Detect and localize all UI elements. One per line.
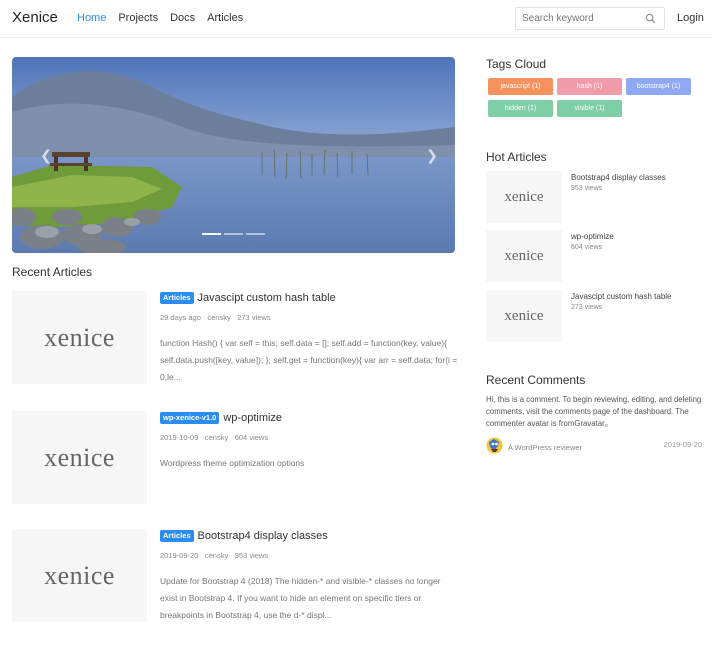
- tags-cloud: javascript (1) hash (1) bootstrap4 (1) h…: [488, 78, 698, 117]
- hot-article-item: xenice Bootstrap4 display classes 953 vi…: [486, 171, 706, 223]
- site-brand[interactable]: Xenice: [12, 9, 58, 26]
- avatar[interactable]: [486, 437, 503, 454]
- carousel-prev-icon[interactable]: ❮: [38, 145, 54, 165]
- search-input[interactable]: [516, 8, 636, 29]
- hot-article-views: 953 views: [571, 185, 603, 192]
- carousel-indicator-2[interactable]: [224, 233, 243, 235]
- recent-articles-heading: Recent Articles: [12, 265, 93, 279]
- hot-article-thumbnail[interactable]: xenice: [486, 290, 562, 342]
- article-views: 273 views: [237, 313, 271, 322]
- hot-article-title[interactable]: wp-optimize: [571, 232, 614, 241]
- site-header: Xenice Home Projects Docs Articles Login: [0, 0, 712, 38]
- carousel-indicators: [202, 233, 265, 235]
- comment-meta: A WordPress reviewer 2019-09-20: [486, 437, 702, 457]
- article-meta: 29 days ago · censky · 273 views: [160, 313, 271, 322]
- article-excerpt: Update for Bootstrap 4 (2018) The hidden…: [160, 576, 441, 620]
- carousel-next-icon[interactable]: ❯: [424, 145, 440, 165]
- article-author[interactable]: censky: [205, 551, 228, 560]
- category-badge[interactable]: Articles: [160, 530, 194, 542]
- nav-docs[interactable]: Docs: [170, 12, 195, 24]
- hot-article-thumbnail[interactable]: xenice: [486, 171, 562, 223]
- tag-javascript[interactable]: javascript (1): [488, 78, 553, 95]
- commenter-name[interactable]: A WordPress reviewer: [508, 443, 582, 452]
- login-link[interactable]: Login: [677, 12, 704, 24]
- hot-article-views: 273 views: [571, 304, 603, 311]
- search-icon[interactable]: [645, 13, 656, 24]
- article-title[interactable]: Bootstrap4 display classes: [198, 529, 328, 543]
- hot-article-item: xenice Javascipt custom hash table 273 v…: [486, 290, 706, 342]
- hot-article-title[interactable]: Javascipt custom hash table: [571, 292, 672, 301]
- hot-articles-heading: Hot Articles: [486, 150, 547, 164]
- nav-home[interactable]: Home: [77, 12, 106, 24]
- search-box: [515, 7, 665, 30]
- hot-article-item: xenice wp-optimize 604 views: [486, 230, 706, 282]
- article-meta: 2019-10-09 · censky · 604 views: [160, 433, 269, 442]
- article-views: 604 views: [234, 433, 269, 442]
- article-author[interactable]: censky: [207, 313, 230, 322]
- hero-lake-image: [12, 57, 455, 253]
- article-title[interactable]: wp-optimize: [223, 411, 282, 425]
- nav-articles[interactable]: Articles: [207, 12, 243, 24]
- article-thumbnail[interactable]: xenice: [12, 411, 147, 504]
- category-badge[interactable]: Articles: [160, 292, 194, 304]
- category-badge[interactable]: wp-xenice-v1.0: [160, 412, 220, 424]
- tag-hash[interactable]: hash (1): [557, 78, 622, 95]
- article-thumbnail[interactable]: xenice: [12, 291, 147, 384]
- article-date: 29 days ago: [160, 313, 201, 322]
- hot-article-views: 604 views: [571, 244, 603, 251]
- nav-projects[interactable]: Projects: [118, 12, 158, 24]
- tags-cloud-heading: Tags Cloud: [486, 57, 547, 71]
- tag-visible[interactable]: visible (1): [557, 100, 622, 117]
- hot-article-thumbnail[interactable]: xenice: [486, 230, 562, 282]
- article-author[interactable]: censky: [205, 433, 228, 442]
- hero-carousel[interactable]: ❮ ❯: [12, 57, 455, 253]
- article-excerpt: function Hash() { var self = this; self.…: [160, 338, 458, 382]
- comment-date: 2019-09-20: [663, 440, 702, 449]
- recent-comments-heading: Recent Comments: [486, 373, 586, 387]
- tag-hidden[interactable]: hidden (1): [488, 100, 553, 117]
- article-excerpt: Wordpress theme optimization options: [160, 458, 305, 468]
- hot-article-title[interactable]: Bootstrap4 display classes: [571, 173, 666, 182]
- comment-text[interactable]: Hi, this is a comment. To begin reviewin…: [486, 394, 702, 430]
- tag-bootstrap4[interactable]: bootstrap4 (1): [626, 78, 691, 95]
- main-nav: Home Projects Docs Articles: [77, 12, 243, 24]
- carousel-indicator-1[interactable]: [202, 233, 221, 235]
- article-date: 2019-10-09: [160, 433, 199, 442]
- article-title[interactable]: Javascipt custom hash table: [198, 291, 336, 305]
- carousel-indicator-3[interactable]: [246, 233, 265, 235]
- article-date: 2019-09-20: [160, 551, 199, 560]
- article-thumbnail[interactable]: xenice: [12, 529, 147, 622]
- article-views: 953 views: [234, 551, 269, 560]
- article-meta: 2019-09-20 · censky · 953 views: [160, 551, 269, 560]
